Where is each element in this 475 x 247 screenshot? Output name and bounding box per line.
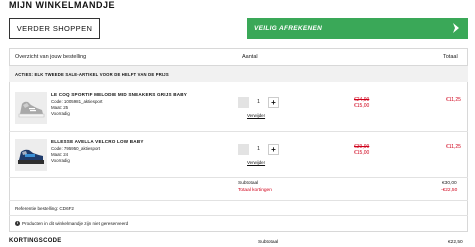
header-quantity: Aantal [242,54,258,60]
checkout-button-label: VEILIG AFREKENEN [254,25,323,32]
checkout-button[interactable]: VEILIG AFREKENEN [247,18,468,39]
sneaker-grey-image [15,92,47,124]
header-overview: Overzicht van jouw bestelling [15,54,87,60]
footer-subtotal-value: €22,50 [448,240,463,245]
cart-item: ELLESSE AVELLA VELCRO LOW BABY Code: 795… [9,133,468,177]
quantity-decrease-button[interactable] [238,97,249,108]
product-code: Code: 1005981_aktiesport [51,99,103,104]
product-name[interactable]: LE COQ SPORTIF MELODIE MID SNEAKERS GRIJ… [51,92,187,97]
product-size: Maat: 25 [51,105,69,110]
cart-item: LE COQ SPORTIF MELODIE MID SNEAKERS GRIJ… [9,86,468,130]
reservation-note: i Producten in dit winkelmandje zijn niet… [15,221,129,227]
chevron-right-icon [453,23,459,33]
remove-link[interactable]: Verwijder [247,113,265,118]
quantity-decrease-button[interactable] [238,144,249,155]
subtotal-label: Subtotaal [238,181,259,186]
discount-label: Totaal kortingen [238,188,272,193]
quantity-value[interactable]: 1 [254,146,263,152]
product-name[interactable]: ELLESSE AVELLA VELCRO LOW BABY [51,139,144,144]
remove-link[interactable]: Verwijder [247,160,265,165]
new-price: €15,00 [354,150,370,156]
reservation-note-text: Producten in dit winkelmandje zijn niet … [22,221,129,226]
product-image[interactable] [15,139,47,171]
quantity-value[interactable]: 1 [254,99,263,105]
divider [9,215,468,216]
divider [9,131,468,132]
divider [9,200,468,201]
product-stock: Voorradig [51,111,70,116]
discount-value: -€22,50 [441,188,458,193]
continue-shopping-button[interactable]: VERDER SHOPPEN [9,18,100,39]
new-price: €15,00 [354,103,370,109]
header-total: Totaal [443,54,458,60]
product-image[interactable] [15,92,47,124]
coupon-title[interactable]: KORTINGSCODE [9,238,62,244]
promo-banner: ACTIES: ELK TWEEDE SALE-ARTIKEL VOOR DE … [9,66,468,82]
quantity-increase-button[interactable]: + [268,97,279,108]
subtotal-value: €30,00 [442,181,457,186]
divider [9,177,468,178]
cart-table-header: Overzicht van jouw bestelling Aantal Tot… [9,48,468,66]
footer-subtotal-label: Subtotaal [258,240,279,245]
page-title: MIJN WINKELMANDJE [9,0,116,10]
info-icon: i [15,221,20,227]
line-total: €11,25 [446,144,461,150]
product-stock: Voorradig [51,158,70,163]
order-reference: Referentie bestelling: CD6F2 [15,206,74,211]
line-total: €11,25 [446,97,461,103]
quantity-increase-button[interactable]: + [268,144,279,155]
product-code: Code: 795950_aktiesport [51,146,101,151]
sneaker-blue-image [15,139,47,171]
product-size: Maat: 24 [51,152,69,157]
